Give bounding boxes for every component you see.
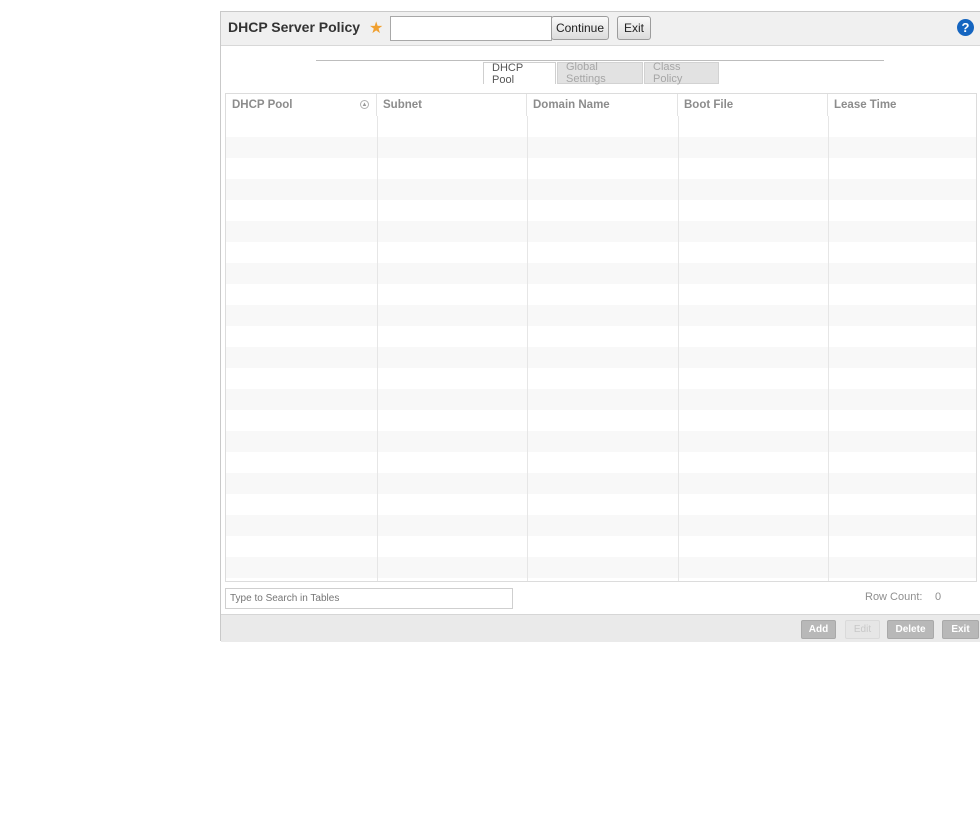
help-icon[interactable]: ? — [957, 19, 974, 36]
page-title: DHCP Server Policy — [228, 19, 361, 35]
column-header-dhcp-pool[interactable]: DHCP Pool ▲ — [226, 94, 377, 116]
footer-exit-button[interactable]: Exit — [942, 620, 979, 639]
row-count-value: 0 — [935, 591, 942, 603]
edit-button[interactable]: Edit — [845, 620, 880, 639]
panel-header: DHCP Server Policy ★ Continue Exit ? — [221, 12, 980, 46]
tab-global-settings[interactable]: Global Settings — [557, 61, 643, 85]
action-bar: Add Edit Delete Exit — [221, 614, 980, 642]
row-count-label: Row Count: — [865, 591, 923, 603]
policy-name-input[interactable] — [390, 16, 552, 41]
table-search-input[interactable] — [225, 588, 513, 609]
column-header-subnet[interactable]: Subnet — [377, 94, 527, 116]
sort-ascending-icon[interactable]: ▲ — [360, 100, 369, 109]
delete-button[interactable]: Delete — [887, 620, 934, 639]
column-divider — [527, 116, 528, 581]
column-divider — [828, 116, 829, 581]
column-divider — [678, 116, 679, 581]
dhcp-server-policy-panel: DHCP Server Policy ★ Continue Exit ? DHC… — [220, 11, 980, 642]
column-header-boot-file[interactable]: Boot File — [678, 94, 828, 116]
exit-button[interactable]: Exit — [617, 16, 651, 40]
column-header-lease-time[interactable]: Lease Time — [828, 94, 976, 116]
column-header-domain-name[interactable]: Domain Name — [527, 94, 678, 116]
continue-button[interactable]: Continue — [551, 16, 609, 40]
tab-class-policy[interactable]: Class Policy — [644, 61, 719, 85]
table-body — [226, 116, 976, 581]
add-button[interactable]: Add — [801, 620, 836, 639]
required-star-icon: ★ — [369, 20, 384, 37]
dhcp-pool-table: DHCP Pool ▲ Subnet Domain Name Boot File… — [225, 93, 977, 582]
tab-dhcp-pool[interactable]: DHCP Pool — [483, 62, 556, 86]
column-divider — [377, 116, 378, 581]
table-header: DHCP Pool ▲ Subnet Domain Name Boot File… — [226, 94, 976, 117]
column-label: DHCP Pool — [232, 99, 293, 111]
